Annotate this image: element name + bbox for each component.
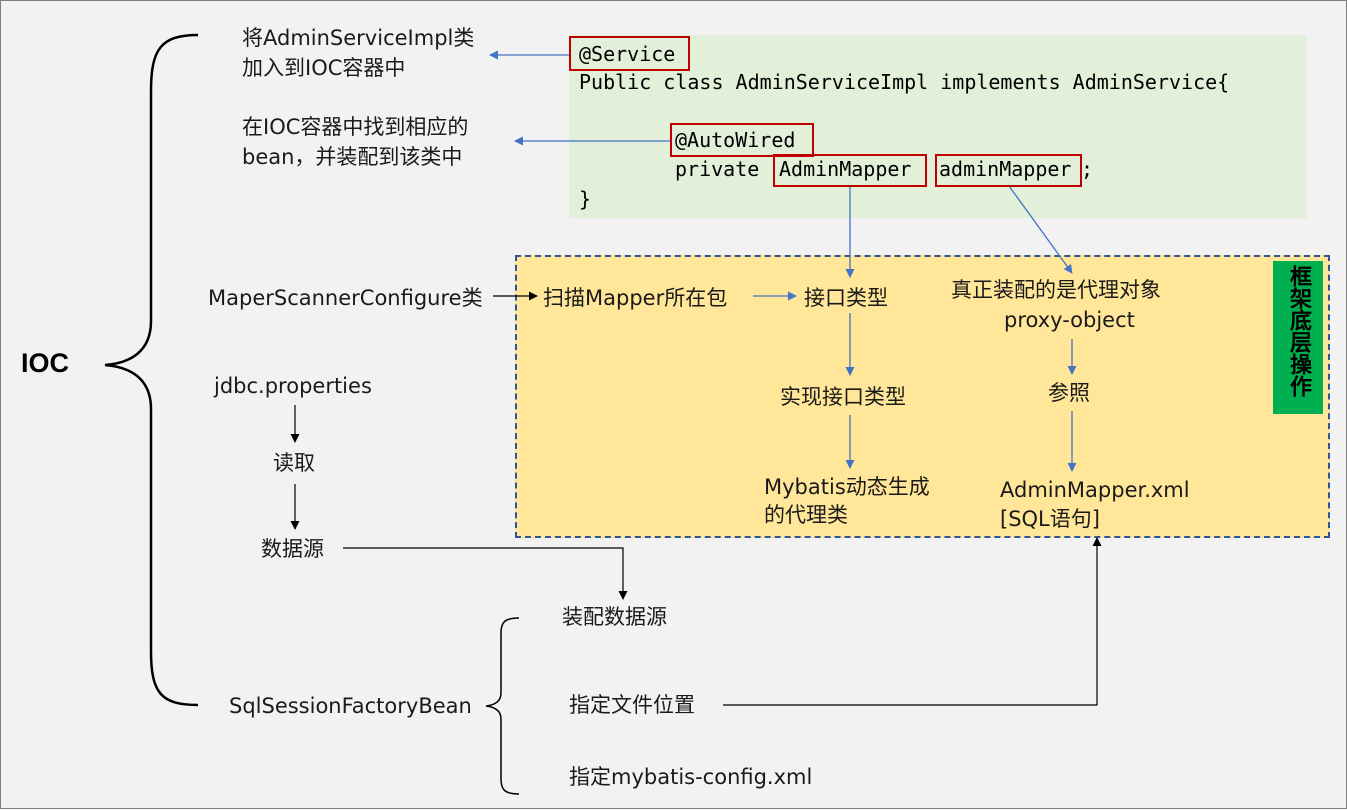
mapper-xml-line1: AdminMapper.xml	[1000, 478, 1190, 502]
diagram-canvas: 框架底层操作 IOC 将AdminServiceImpl类 加入到IOC容器中 …	[0, 0, 1347, 809]
code-line-class: Public class AdminServiceImpl implements…	[579, 70, 1230, 94]
annotation-add-to-ioc-line2: 加入到IOC容器中	[242, 56, 406, 80]
mapper-scanner-label: MaperScannerConfigure类	[208, 286, 483, 310]
session-factory-label: SqlSessionFactoryBean	[229, 694, 472, 718]
ioc-brace	[104, 33, 199, 707]
datasource-label: 数据源	[261, 537, 324, 561]
mapper-xml-line2: [SQL语句]	[1000, 507, 1100, 531]
mybatis-gen-line1: Mybatis动态生成	[764, 475, 930, 499]
code-semicolon: ;	[1081, 157, 1094, 181]
annotation-find-bean-line1: 在IOC容器中找到相应的	[242, 115, 469, 139]
impl-interface-label: 实现接口类型	[780, 385, 906, 409]
session-brace	[485, 617, 520, 795]
scan-package-label: 扫描Mapper所在包	[543, 286, 728, 310]
real-inject-label: 真正装配的是代理对象	[951, 278, 1161, 302]
jdbc-properties-label: jdbc.properties	[214, 374, 372, 398]
assemble-datasource-label: 装配数据源	[562, 605, 667, 629]
specify-file-location-label: 指定文件位置	[569, 693, 695, 717]
arrow-filelocation-to-xml	[723, 537, 1102, 706]
proxy-object-label: proxy-object	[1004, 308, 1135, 332]
code-keyword-private: private	[675, 157, 772, 181]
arrow-var-to-proxy	[1008, 185, 1073, 274]
highlight-service	[569, 36, 690, 71]
code-line-close: }	[579, 187, 592, 211]
annotation-add-to-ioc-line1: 将AdminServiceImpl类	[242, 26, 475, 50]
interface-type-label: 接口类型	[804, 286, 888, 310]
highlight-autowired	[670, 123, 814, 157]
read-label: 读取	[273, 451, 315, 475]
highlight-type	[773, 154, 927, 187]
reference-label: 参照	[1048, 381, 1090, 405]
specify-config-label: 指定mybatis-config.xml	[569, 765, 813, 789]
arrow-datasource-to-assemble	[343, 547, 628, 600]
ioc-label: IOC	[21, 348, 70, 378]
mybatis-gen-line2: 的代理类	[764, 503, 848, 527]
highlight-var	[935, 154, 1082, 187]
annotation-find-bean-line2: bean，并装配到该类中	[242, 145, 463, 169]
